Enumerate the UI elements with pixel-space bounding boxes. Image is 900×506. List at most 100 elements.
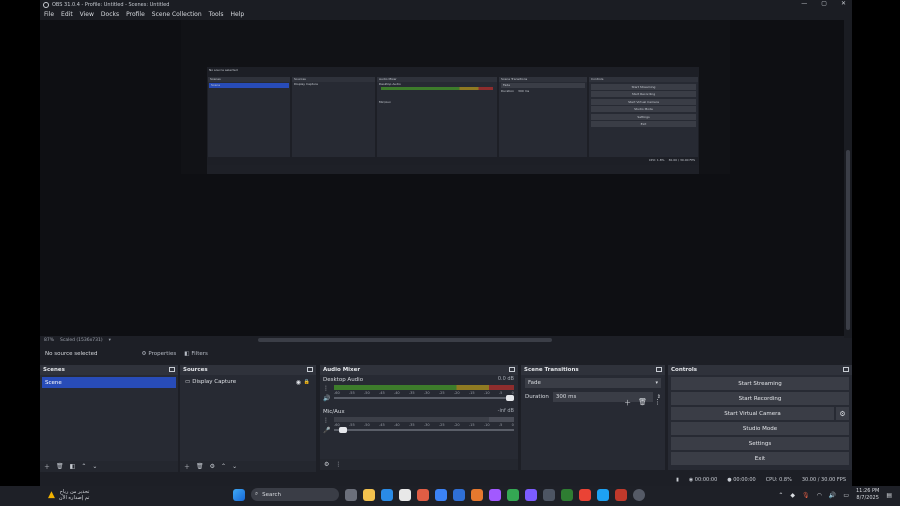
app-icon-purple[interactable] xyxy=(489,488,501,501)
preview-canvas[interactable]: No source selected Scenes Scene Sources … xyxy=(181,20,730,174)
source-item[interactable]: ▭ Display Capture ◉ 🔒 xyxy=(182,377,314,387)
maximize-button[interactable]: ▢ xyxy=(821,0,827,7)
add-scene-icon[interactable]: ＋ xyxy=(44,462,50,471)
source-settings-icon[interactable]: ⚙ xyxy=(210,463,215,470)
scenes-title: Scenes xyxy=(43,367,65,373)
lock-icon[interactable]: 🔒 xyxy=(304,379,310,385)
scene-filters-icon[interactable]: ◧ xyxy=(70,463,76,470)
start-icon[interactable] xyxy=(233,488,245,501)
channel-menu-icon[interactable]: ⋮ xyxy=(323,417,329,424)
dock-area: Scenes Scene ＋ 🗑 ◧ ⌃ ⌄ Sources ▭ Display… xyxy=(40,365,852,472)
studio-mode-button[interactable]: Studio Mode xyxy=(671,422,849,435)
preview-horizontal-scrollbar[interactable] xyxy=(258,338,552,342)
preview-area[interactable]: No source selected Scenes Scene Sources … xyxy=(40,20,844,336)
obs-taskbar-icon[interactable] xyxy=(543,488,555,501)
settings-button[interactable]: Settings xyxy=(671,437,849,450)
mini-btn-exit: Exit xyxy=(591,121,696,127)
menu-docks[interactable]: Docks xyxy=(101,11,119,18)
virtual-camera-settings-icon[interactable]: ⚙ xyxy=(836,407,849,420)
advanced-audio-icon[interactable]: ⚙ xyxy=(324,461,329,468)
obs-logo-icon xyxy=(43,1,49,8)
filters-button[interactable]: ◧ Filters xyxy=(184,351,208,357)
copilot-icon[interactable] xyxy=(417,488,429,501)
remove-transition-icon[interactable]: 🗑 xyxy=(638,398,647,408)
controls-body: Start Streaming Start Recording Start Vi… xyxy=(668,377,852,472)
obs-app-icon[interactable] xyxy=(633,488,645,501)
tray-chevron-icon[interactable]: ⌃ xyxy=(778,492,783,499)
move-down-icon[interactable]: ⌄ xyxy=(232,463,237,470)
mixer-toolbar: ⚙ ⋮ xyxy=(320,459,518,470)
channel-menu-icon[interactable]: ⋮ xyxy=(323,385,329,392)
move-up-icon[interactable]: ⌃ xyxy=(221,463,226,470)
zoom-mode[interactable]: Scaled (1536x731) xyxy=(60,338,103,343)
mini-source-status: No source selected xyxy=(209,68,238,72)
scenes-dock: Scenes Scene ＋ 🗑 ◧ ⌃ ⌄ xyxy=(40,365,178,472)
undock-icon[interactable] xyxy=(169,367,175,372)
mic-tray-icon[interactable]: 🎙 xyxy=(802,492,810,499)
undock-icon[interactable] xyxy=(307,367,313,372)
volume-slider[interactable] xyxy=(334,427,514,433)
battery-icon[interactable]: ▭ xyxy=(843,492,849,499)
remove-source-icon[interactable]: 🗑 xyxy=(196,463,204,470)
menu-view[interactable]: View xyxy=(80,11,94,18)
add-transition-icon[interactable]: ＋ xyxy=(624,398,631,408)
menu-profile[interactable]: Profile xyxy=(126,11,145,18)
menu-help[interactable]: Help xyxy=(230,11,244,18)
clock[interactable]: 11:26 PM 8/7/2025 xyxy=(856,488,879,502)
menu-tools[interactable]: Tools xyxy=(209,11,224,18)
mic-muted-icon[interactable]: 🎤 xyxy=(323,427,330,434)
transition-menu-icon[interactable]: ⋮ xyxy=(654,398,661,408)
add-source-icon[interactable]: ＋ xyxy=(184,462,190,471)
app-icon-green[interactable] xyxy=(561,488,573,501)
menu-scene-collection[interactable]: Scene Collection xyxy=(152,11,202,18)
duration-label: Duration xyxy=(525,394,549,400)
tray-app-icon[interactable]: ◆ xyxy=(790,492,795,499)
move-up-icon[interactable]: ⌃ xyxy=(81,463,86,470)
visibility-eye-icon[interactable]: ◉ xyxy=(296,379,301,386)
transition-value: Fade xyxy=(528,380,541,386)
preview-vertical-scrollbar[interactable] xyxy=(844,20,852,338)
edge-icon[interactable] xyxy=(381,488,393,501)
app-icon-red[interactable] xyxy=(579,488,591,501)
volume-knob[interactable] xyxy=(506,395,514,401)
mixer-menu-icon[interactable]: ⋮ xyxy=(335,461,341,468)
app-icon-lightblue[interactable] xyxy=(597,488,609,501)
minimize-button[interactable]: — xyxy=(801,0,807,7)
menu-file[interactable]: File xyxy=(44,11,54,18)
windows-taskbar: ▲ تحذير من رياح تم إصداره الآن ⌕ Search … xyxy=(0,486,900,506)
store-icon[interactable] xyxy=(399,488,411,501)
search-box[interactable]: ⌕ Search xyxy=(251,488,339,501)
chrome-icon[interactable] xyxy=(507,488,519,501)
volume-knob[interactable] xyxy=(339,427,348,433)
app-icon-violet[interactable] xyxy=(525,488,537,501)
remove-scene-icon[interactable]: 🗑 xyxy=(56,463,64,470)
firefox-icon[interactable] xyxy=(471,488,483,501)
exit-button[interactable]: Exit xyxy=(671,452,849,465)
notification-icon[interactable]: ▤ xyxy=(886,492,892,499)
task-view-icon[interactable] xyxy=(345,488,357,501)
volume-icon[interactable]: 🔊 xyxy=(829,492,836,499)
file-explorer-icon[interactable] xyxy=(363,488,375,501)
undock-icon[interactable] xyxy=(843,367,849,372)
start-recording-button[interactable]: Start Recording xyxy=(671,392,849,405)
scrollbar-thumb[interactable] xyxy=(846,150,850,330)
mail-icon[interactable] xyxy=(435,488,447,501)
move-down-icon[interactable]: ⌄ xyxy=(92,463,97,470)
app-icon-darkred[interactable] xyxy=(615,488,627,501)
menu-edit[interactable]: Edit xyxy=(61,11,73,18)
weather-widget[interactable]: ▲ تحذير من رياح تم إصداره الآن xyxy=(48,489,89,501)
scene-item[interactable]: Scene xyxy=(42,377,176,388)
mini-cpu: CPU: 1.8% xyxy=(648,158,665,162)
start-virtual-camera-button[interactable]: Start Virtual Camera xyxy=(671,407,834,420)
wifi-icon[interactable]: ◠ xyxy=(817,492,822,499)
transition-select[interactable]: Fade ▾ xyxy=(525,378,661,388)
undock-icon[interactable] xyxy=(509,367,515,372)
volume-slider[interactable] xyxy=(334,395,514,401)
app-icon-blue[interactable] xyxy=(453,488,465,501)
speaker-icon[interactable]: 🔊 xyxy=(323,395,330,402)
undock-icon[interactable] xyxy=(656,367,662,372)
start-streaming-button[interactable]: Start Streaming xyxy=(671,377,849,390)
properties-button[interactable]: ⚙ Properties xyxy=(141,351,176,357)
close-button[interactable]: ✕ xyxy=(841,0,846,7)
zoom-dropdown-icon[interactable]: ▾ xyxy=(109,338,111,343)
